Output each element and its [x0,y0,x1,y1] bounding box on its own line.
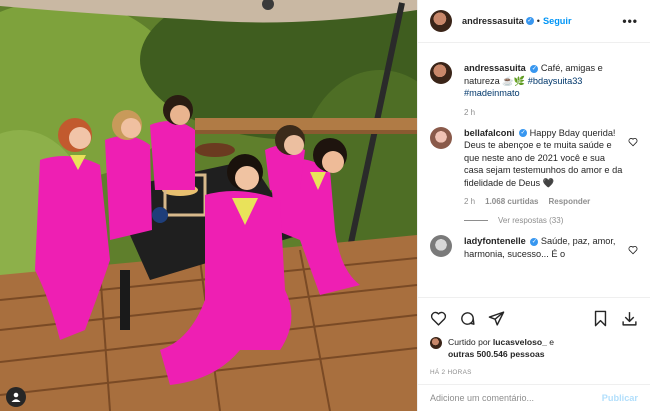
add-comment-bar: Publicar [418,384,650,411]
comment-item: ladyfontenelle ✓ Saúde, paz, amor, harmo… [430,235,638,260]
verified-icon: ✓ [530,237,539,246]
post-actions: Curtido por lucasveloso_ e outras 500.54… [418,297,650,376]
hashtag-link[interactable]: #madeinmato [464,88,520,98]
comment-icon[interactable] [459,310,476,327]
caption-avatar[interactable] [430,62,452,84]
verified-icon: ✓ [530,64,539,73]
view-replies-label: Ver respostas (33) [498,216,564,225]
liked-by: Curtido por lucasveloso_ e outras 500.54… [430,336,638,360]
liker-username[interactable]: lucasveloso_ [493,337,547,347]
caption: andressasuita ✓ Café, amigas e natureza … [430,62,638,117]
comment-username[interactable]: bellafalconi [464,128,515,138]
hashtag-link[interactable]: #bdaysuita33 [528,76,583,86]
user-tag-button[interactable] [6,387,26,407]
bookmark-icon[interactable] [592,310,609,327]
comment-like-icon[interactable] [628,137,638,147]
post-timestamp[interactable]: HÁ 2 HORAS [430,369,638,376]
user-tag-icon [11,392,21,402]
liked-by-prefix: Curtido por [448,337,491,347]
replies-divider [464,220,488,221]
caption-time[interactable]: 2 h [464,108,475,117]
view-replies-button[interactable]: Ver respostas (33) [464,216,624,225]
comments-list[interactable]: andressasuita ✓ Café, amigas e natureza … [418,44,650,297]
more-icon[interactable]: ••• [622,14,638,28]
author-avatar[interactable] [430,10,452,32]
comment-likes[interactable]: 1.068 curtidas [485,197,538,206]
verified-icon: ✓ [525,17,534,25]
post-side-panel: andressasuita ✓ • Seguir ••• andressasui… [417,0,650,411]
comment-time[interactable]: 2 h [464,197,475,206]
comment-input[interactable] [430,393,602,403]
comment-item: bellafalconi ✓ Happy Bday querida! Deus … [430,126,638,225]
post-photo[interactable] [0,0,417,411]
photo-illustration [0,0,417,411]
caption-username[interactable]: andressasuita [464,63,526,73]
comment-avatar[interactable] [430,126,452,149]
download-icon[interactable] [621,310,638,327]
follow-button[interactable]: Seguir [543,16,572,26]
liked-by-and: e [549,337,555,347]
share-icon[interactable] [488,310,505,327]
post-header: andressasuita ✓ • Seguir ••• [418,0,650,43]
comment-avatar[interactable] [430,235,452,257]
reply-button[interactable]: Responder [549,197,591,206]
heart-icon[interactable] [430,310,447,327]
verified-icon: ✓ [519,129,528,138]
comment-username[interactable]: ladyfontenelle [464,236,526,246]
comment-like-icon[interactable] [628,245,638,255]
likes-count-link[interactable]: outras 500.546 pessoas [448,349,545,359]
publish-button[interactable]: Publicar [602,393,638,403]
author-username[interactable]: andressasuita [462,16,524,26]
separator-dot: • [536,16,540,26]
liker-avatar[interactable] [430,337,442,349]
